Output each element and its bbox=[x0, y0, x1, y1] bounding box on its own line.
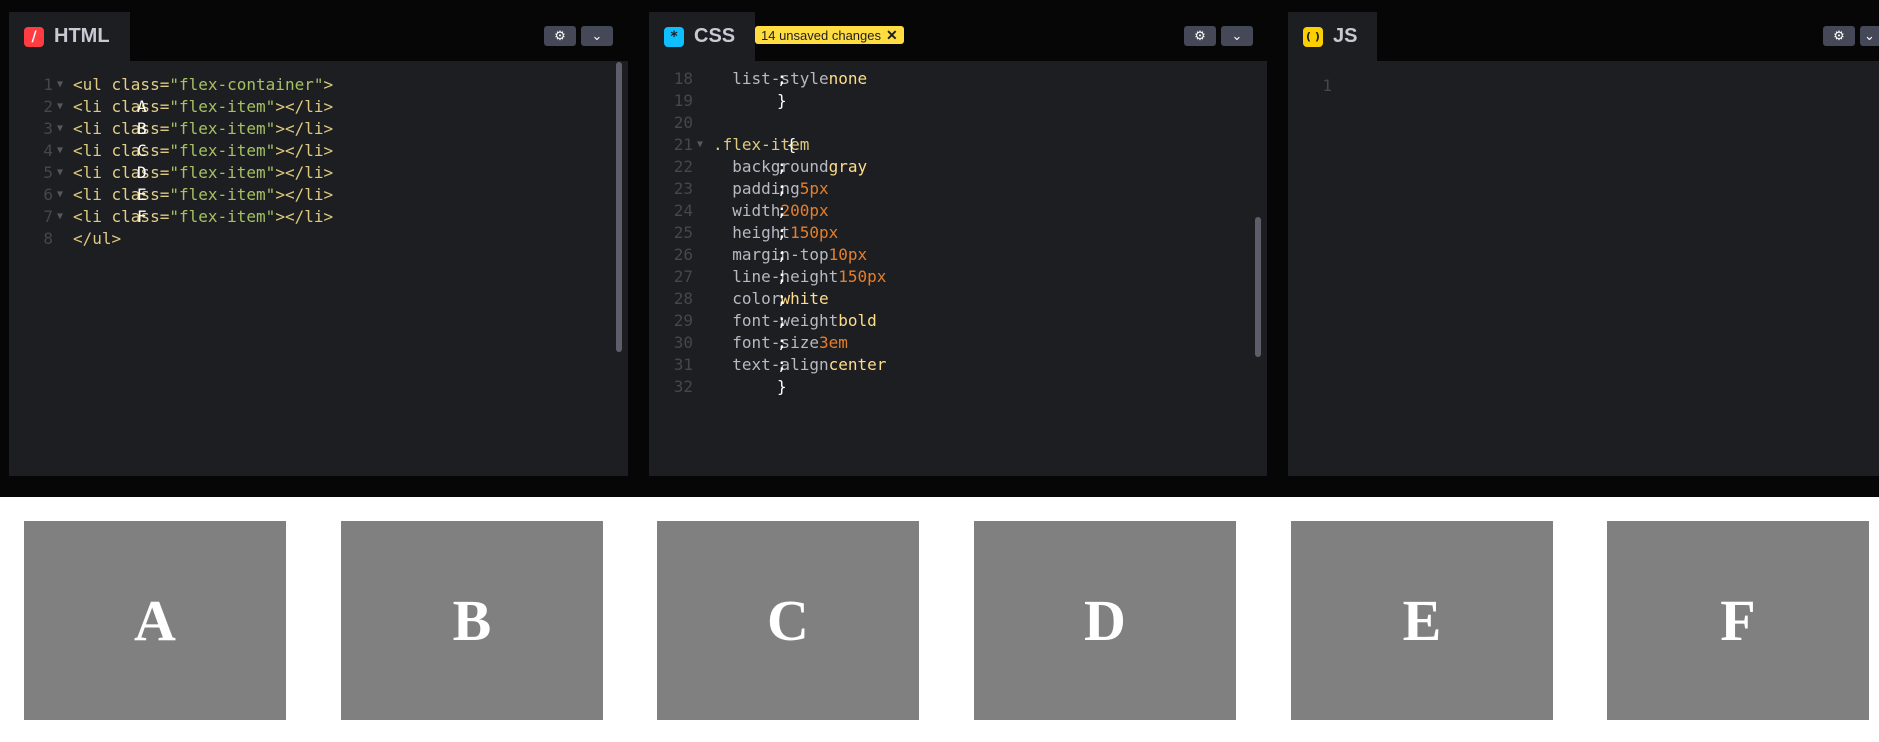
css-editor-panel: * CSS 14 unsaved changes ✕ ⚙ ⌄ 18 list-s… bbox=[649, 12, 1267, 476]
html-code-editor[interactable]: 1 ▼ <ul class="flex-container"> 2 ▼ <li clas… bbox=[9, 72, 628, 476]
line-number: 32 bbox=[673, 377, 693, 396]
tab-label: CSS bbox=[694, 25, 736, 47]
line-number: 8 bbox=[43, 229, 53, 248]
panel-menu-button[interactable]: ⌄ bbox=[1221, 26, 1253, 46]
unsaved-changes-badge[interactable]: 14 unsaved changes ✕ bbox=[755, 26, 904, 44]
flex-item: D bbox=[974, 521, 1236, 720]
code-text: list-style: none; bbox=[713, 72, 868, 88]
panel-menu-button[interactable]: ⌄ bbox=[581, 26, 613, 46]
tab-label: JS bbox=[1333, 25, 1358, 47]
tab-js[interactable]: ( ) JS bbox=[1288, 12, 1378, 61]
chevron-down-icon: ⌄ bbox=[1864, 28, 1875, 44]
slash-icon: / bbox=[24, 26, 44, 47]
close-icon[interactable]: ✕ bbox=[886, 27, 898, 44]
js-code-editor[interactable]: 1 bbox=[1288, 72, 1879, 476]
panel-menu-button[interactable]: ⌄ bbox=[1860, 26, 1879, 46]
flex-item: E bbox=[1291, 521, 1553, 720]
tab-css[interactable]: * CSS bbox=[649, 12, 756, 61]
html-editor-panel: / HTML ⚙ ⌄ 1 ▼ <ul class="flex-container">… bbox=[9, 12, 628, 476]
chevron-down-icon: ⌄ bbox=[591, 28, 603, 44]
gear-icon: ⚙ bbox=[1194, 28, 1206, 44]
scrollbar[interactable] bbox=[616, 62, 622, 352]
flex-item: B bbox=[341, 521, 603, 720]
line-number: 1 bbox=[1322, 76, 1332, 95]
flex-item: A bbox=[24, 521, 286, 720]
result-preview: A B C D E F bbox=[0, 497, 1879, 742]
scrollbar[interactable] bbox=[1255, 217, 1261, 357]
chevron-down-icon: ⌄ bbox=[1231, 28, 1243, 44]
fold-arrow-icon[interactable]: ▼ bbox=[697, 132, 703, 158]
settings-button[interactable]: ⚙ bbox=[1184, 26, 1216, 46]
editor-area: / HTML ⚙ ⌄ 1 ▼ <ul class="flex-container">… bbox=[0, 0, 1879, 497]
settings-button[interactable]: ⚙ bbox=[544, 26, 576, 46]
fold-arrow-icon[interactable]: ▼ bbox=[57, 204, 63, 230]
js-editor-panel: ( ) JS ⚙ ⌄ 1 bbox=[1288, 12, 1879, 476]
asterisk-icon: * bbox=[664, 26, 684, 47]
unsaved-changes-text: 14 unsaved changes bbox=[761, 27, 881, 43]
settings-button[interactable]: ⚙ bbox=[1823, 26, 1855, 46]
braces-icon: ( ) bbox=[1303, 26, 1323, 47]
flex-item: F bbox=[1607, 521, 1869, 720]
tab-html[interactable]: / HTML bbox=[9, 12, 130, 61]
flex-item: C bbox=[657, 521, 919, 720]
code-text: </ul> bbox=[73, 229, 122, 248]
html-panel-header: / HTML ⚙ ⌄ bbox=[9, 12, 628, 61]
css-panel-header: * CSS 14 unsaved changes ✕ ⚙ ⌄ bbox=[649, 12, 1267, 61]
gear-icon: ⚙ bbox=[554, 28, 566, 44]
gear-icon: ⚙ bbox=[1833, 28, 1845, 44]
tab-label: HTML bbox=[54, 25, 110, 47]
css-code-editor[interactable]: 18 list-style: none; 19} 20 21 ▼ .flex-item {… bbox=[649, 72, 1267, 476]
js-panel-header: ( ) JS ⚙ ⌄ bbox=[1288, 12, 1879, 61]
code-text: text-align: center; bbox=[713, 355, 887, 374]
